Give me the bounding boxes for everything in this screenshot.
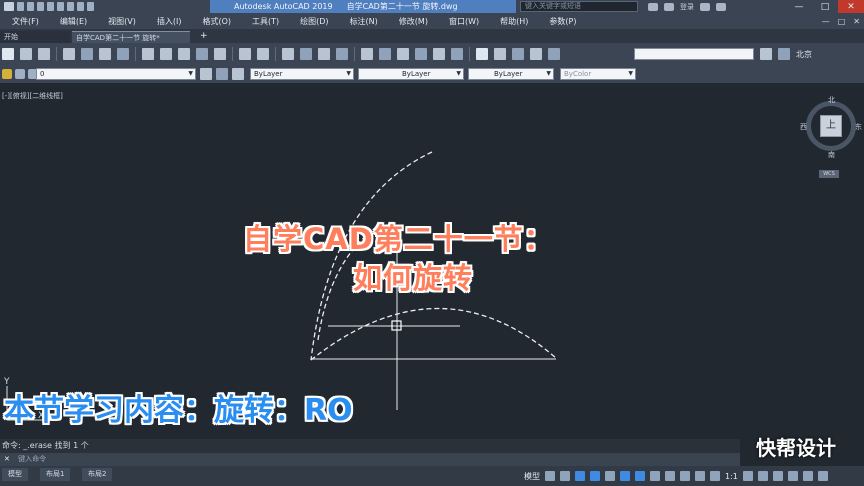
tab-layout2[interactable]: 布局2 (82, 468, 113, 481)
compass-west[interactable]: 西 (800, 122, 807, 132)
compass-south[interactable]: 南 (828, 150, 835, 160)
hardware-acceleration-icon[interactable] (787, 471, 798, 481)
snap-icon[interactable] (560, 471, 570, 481)
lesson-title-line2: 如何旋转 (353, 261, 474, 295)
transparency-icon[interactable] (665, 471, 675, 481)
viewcube-top-face[interactable]: 上 (820, 115, 842, 137)
command-history: 命令: _.erase 找到 1 个 (0, 439, 740, 453)
gear-icon[interactable] (742, 471, 753, 481)
compass-north[interactable]: 北 (828, 95, 835, 105)
tab-model[interactable]: 模型 (2, 468, 28, 481)
lesson-subtitle: 本节学习内容：旋转：RO (4, 393, 353, 428)
object-snap-icon[interactable] (635, 471, 645, 481)
model-space-button[interactable]: 模型 (524, 471, 540, 482)
auto-scale-icon[interactable] (710, 471, 720, 481)
tab-layout1[interactable]: 布局1 (40, 468, 71, 481)
isodraft-icon[interactable] (605, 471, 615, 481)
object-snap-tracking-icon[interactable] (620, 471, 630, 481)
viewcube[interactable]: 上 北 南 东 西 (800, 95, 862, 160)
dashed-arc-lower (310, 307, 557, 361)
plus-icon[interactable] (757, 471, 768, 481)
close-icon[interactable]: ✕ (4, 455, 10, 463)
status-bar: 模型 1:1 (524, 469, 828, 483)
command-input[interactable]: 键入命令 (18, 455, 46, 463)
polar-icon[interactable] (590, 471, 600, 481)
annotation-scale[interactable]: 1:1 (725, 472, 738, 481)
annotation-visibility-icon[interactable] (695, 471, 705, 481)
grid-icon[interactable] (545, 471, 555, 481)
isolate-icon[interactable] (772, 471, 783, 481)
customization-icon[interactable] (817, 471, 828, 481)
watermark: 快帮设计 (756, 436, 836, 460)
ortho-icon[interactable] (575, 471, 585, 481)
lesson-title-line1: 自学CAD第二十一节： (243, 222, 554, 256)
selection-cycling-icon[interactable] (680, 471, 690, 481)
lineweight-icon[interactable] (650, 471, 660, 481)
compass-east[interactable]: 东 (855, 122, 862, 132)
command-line[interactable]: ✕ 键入命令 (0, 453, 740, 466)
clean-screen-icon[interactable] (802, 471, 813, 481)
wcs-menu[interactable]: WCS (819, 170, 839, 178)
